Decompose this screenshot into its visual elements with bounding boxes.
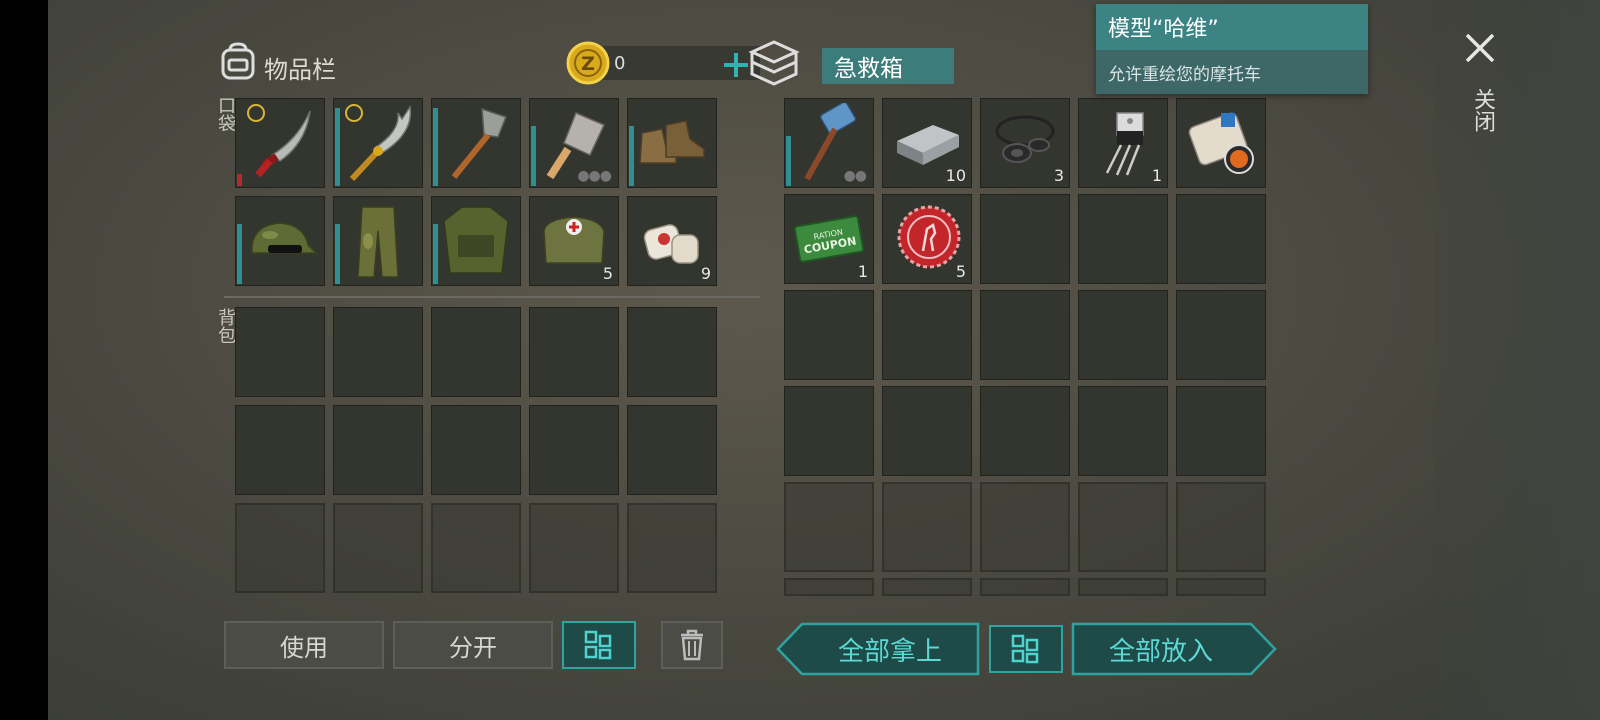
backpack-slot[interactable] xyxy=(627,405,717,495)
take-all-button[interactable]: 全部拿上 xyxy=(800,623,980,675)
backpack-slot[interactable] xyxy=(529,405,619,495)
pocket-slot-10[interactable]: 9 xyxy=(627,196,717,286)
item-quantity: 10 xyxy=(945,166,966,185)
item-quantity: 1 xyxy=(1151,166,1162,185)
backpack-slot-locked xyxy=(529,503,619,593)
container-slot[interactable] xyxy=(1078,290,1168,380)
crate-icon xyxy=(748,40,800,86)
container-slot[interactable] xyxy=(980,194,1070,284)
container-slot-locked xyxy=(784,578,874,596)
pocket-slot-2[interactable] xyxy=(333,98,423,188)
grid-sort-icon xyxy=(584,630,612,660)
tooltip-title: 模型“哈维” xyxy=(1096,4,1368,50)
backpack-slot-locked xyxy=(627,503,717,593)
container-slot[interactable] xyxy=(1078,194,1168,284)
container-title: 急救箱 xyxy=(822,48,954,84)
section-divider xyxy=(224,296,760,298)
camo-cap-icon xyxy=(251,222,318,254)
more-dots: ●●● xyxy=(577,168,612,184)
pocket-slot-5[interactable] xyxy=(627,98,717,188)
svg-text:Z: Z xyxy=(581,53,595,75)
item-quantity: 3 xyxy=(1053,166,1064,185)
pocket-slot-3[interactable] xyxy=(431,98,521,188)
item-quantity: 9 xyxy=(700,264,711,283)
container-slot-5[interactable] xyxy=(1176,98,1266,188)
container-slot-7[interactable]: 5 xyxy=(882,194,972,284)
backpack-slot[interactable] xyxy=(333,307,423,397)
pocket-slot-4[interactable]: ●●● xyxy=(529,98,619,188)
delete-button[interactable] xyxy=(661,621,723,669)
container-slot[interactable] xyxy=(1176,386,1266,476)
grid-sort-icon xyxy=(1011,634,1039,664)
container-slot[interactable] xyxy=(1078,386,1168,476)
container-slot-locked xyxy=(1176,482,1266,572)
container-slot[interactable] xyxy=(784,386,874,476)
coin-amount: 0 xyxy=(614,53,626,74)
backpack-slot[interactable] xyxy=(431,405,521,495)
container-slot-3[interactable]: 3 xyxy=(980,98,1070,188)
container-slot-6[interactable]: RATION COUPON 1 xyxy=(784,194,874,284)
split-button[interactable]: 分开 xyxy=(393,621,553,669)
z-coin-icon: Z xyxy=(566,41,610,85)
close-label[interactable]: 关闭 xyxy=(1466,88,1498,132)
serrated-blade-icon xyxy=(349,104,412,182)
container-slot-locked xyxy=(1078,482,1168,572)
container-slot[interactable] xyxy=(1176,290,1266,380)
container-slot-locked xyxy=(784,482,874,572)
container-slot[interactable] xyxy=(1176,194,1266,284)
pocket-slot-9[interactable]: 5 xyxy=(529,196,619,286)
close-icon[interactable] xyxy=(1464,32,1496,64)
add-coins-icon[interactable] xyxy=(722,51,750,79)
container-slot[interactable] xyxy=(980,386,1070,476)
use-button[interactable]: 使用 xyxy=(224,621,384,669)
backpack-slot-locked xyxy=(431,503,521,593)
container-slot[interactable] xyxy=(784,290,874,380)
container-slot-locked xyxy=(882,578,972,596)
camo-pants-icon xyxy=(357,206,399,278)
more-dots: ●● xyxy=(843,168,867,184)
container-slot-locked xyxy=(1176,578,1266,596)
backpack-slot[interactable] xyxy=(333,405,423,495)
item-quantity: 1 xyxy=(857,262,868,281)
sort-container-button[interactable] xyxy=(989,625,1063,673)
item-tooltip: 模型“哈维” 允许重绘您的摩托车 xyxy=(1096,4,1368,94)
backpack-icon xyxy=(221,42,255,80)
backpack-slot-locked xyxy=(235,503,325,593)
put-all-button[interactable]: 全部放入 xyxy=(1071,623,1251,675)
sort-grid-button[interactable] xyxy=(562,621,636,669)
shovel-icon xyxy=(451,107,507,179)
item-quantity: 5 xyxy=(602,264,613,283)
backpack-slot[interactable] xyxy=(235,307,325,397)
pocket-slot-8[interactable] xyxy=(431,196,521,286)
backpack-slot[interactable] xyxy=(235,405,325,495)
magazine-icon xyxy=(1188,112,1254,174)
container-slot-1[interactable]: ●● xyxy=(784,98,874,188)
container-slot-locked xyxy=(882,482,972,572)
tactical-vest-icon xyxy=(443,206,509,274)
close-strip xyxy=(1434,0,1600,720)
backpack-slot[interactable] xyxy=(627,307,717,397)
pocket-slot-1[interactable] xyxy=(235,98,325,188)
container-slot[interactable] xyxy=(882,290,972,380)
inventory-title: 物品栏 xyxy=(264,56,336,84)
container-slot[interactable] xyxy=(882,386,972,476)
backpack-slot[interactable] xyxy=(529,307,619,397)
container-slot-locked xyxy=(980,578,1070,596)
backpack-slot[interactable] xyxy=(431,307,521,397)
container-slot-locked xyxy=(1078,578,1168,596)
container-slot[interactable] xyxy=(980,290,1070,380)
boots-icon xyxy=(639,120,705,164)
tooltip-description: 允许重绘您的摩托车 xyxy=(1096,50,1368,94)
trash-icon xyxy=(681,629,703,661)
game-screen: 物品栏 Z 0 口袋 背包 ●●● 5 9 使用 分开 急救箱 ●● 10 3 … xyxy=(48,0,1600,720)
pocket-slot-6[interactable] xyxy=(235,196,325,286)
item-quantity: 5 xyxy=(955,262,966,281)
container-slot-4[interactable]: 1 xyxy=(1078,98,1168,188)
backpack-slot-locked xyxy=(333,503,423,593)
pocket-slot-7[interactable] xyxy=(333,196,423,286)
container-slot-locked xyxy=(980,482,1070,572)
machete-icon xyxy=(255,110,311,178)
container-slot-2[interactable]: 10 xyxy=(882,98,972,188)
